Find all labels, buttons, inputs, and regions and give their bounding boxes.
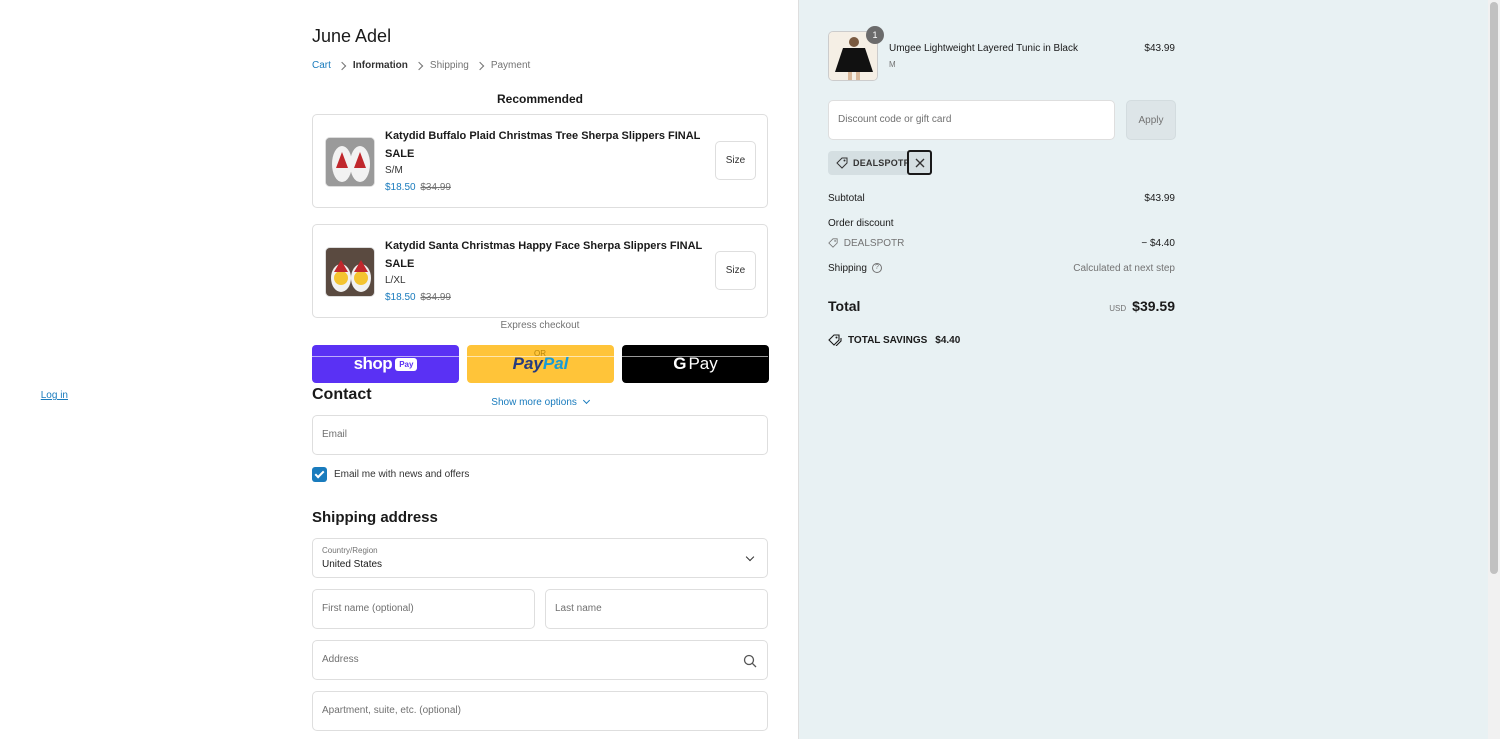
breadcrumb-payment: Payment xyxy=(490,60,531,71)
recommended-item-price: $18.50 $34.99 xyxy=(385,182,451,193)
breadcrumb-shipping: Shipping xyxy=(429,60,469,71)
first-name-placeholder: First name (optional) xyxy=(322,603,414,614)
search-icon[interactable] xyxy=(743,654,757,668)
show-more-options-label: Show more options xyxy=(491,397,577,408)
chevron-right-icon xyxy=(414,61,424,70)
order-product-price: $43.99 xyxy=(1144,43,1175,54)
product-image xyxy=(325,137,375,187)
breadcrumb-information: Information xyxy=(352,60,408,71)
newsletter-option[interactable]: Email me with news and offers xyxy=(312,467,469,482)
shipping-value: Calculated at next step xyxy=(1073,263,1175,274)
chevron-right-icon xyxy=(475,61,485,70)
shipping-label: Shipping xyxy=(828,263,867,274)
recommended-title: Recommended xyxy=(496,92,584,106)
country-value: United States xyxy=(322,559,383,570)
discount-value: − $4.40 xyxy=(1141,238,1175,249)
recommended-item-name[interactable]: Katydid Buffalo Plaid Christmas Tree She… xyxy=(385,127,711,163)
discount-code-input[interactable]: Discount code or gift card xyxy=(828,100,1115,140)
applied-discount-code: DEALSPOTR xyxy=(853,158,911,168)
newsletter-label: Email me with news and offers xyxy=(334,469,470,480)
subtotal-value: $43.99 xyxy=(1144,193,1175,204)
recommended-item-variant: L/XL xyxy=(385,275,406,286)
subtotal-row: Subtotal $43.99 xyxy=(828,193,1175,204)
recommended-item-price: $18.50 $34.99 xyxy=(385,292,451,303)
product-image xyxy=(325,247,375,297)
quantity-badge: 1 xyxy=(866,26,884,44)
country-select[interactable]: Country/Region United States xyxy=(312,538,768,578)
login-link[interactable]: Log in xyxy=(41,390,68,401)
total-value: $39.59 xyxy=(1132,298,1175,314)
tag-icon xyxy=(828,238,838,249)
remove-discount-button[interactable] xyxy=(907,150,932,175)
email-input[interactable]: Email xyxy=(312,415,768,455)
show-more-options-link[interactable]: Show more options xyxy=(312,396,768,408)
sale-price: $18.50 xyxy=(385,182,416,193)
size-button[interactable]: Size xyxy=(715,141,756,180)
tag-icon xyxy=(836,157,848,169)
order-product-variant: M xyxy=(889,60,896,69)
discount-placeholder: Discount code or gift card xyxy=(838,114,952,125)
last-name-placeholder: Last name xyxy=(555,603,602,614)
shop-pay-pill: Pay xyxy=(395,357,418,371)
newsletter-checkbox[interactable] xyxy=(312,467,327,482)
express-checkout-label: Express checkout xyxy=(500,320,580,331)
subtotal-label: Subtotal xyxy=(828,193,865,204)
recommended-item-variant: S/M xyxy=(385,165,403,176)
chevron-down-icon xyxy=(582,396,590,405)
discount-code-row: DEALSPOTR − $4.40 xyxy=(828,238,1175,249)
recommended-item: Katydid Buffalo Plaid Christmas Tree She… xyxy=(312,114,768,208)
total-savings: TOTAL SAVINGS $4.40 xyxy=(828,334,960,346)
last-name-input[interactable]: Last name xyxy=(545,589,768,629)
order-product-name: Umgee Lightweight Layered Tunic in Black xyxy=(889,43,1078,54)
order-discount-row: Order discount xyxy=(828,218,1175,229)
compare-price: $34.99 xyxy=(420,292,451,303)
sale-price: $18.50 xyxy=(385,292,416,303)
address-input[interactable]: Address xyxy=(312,640,768,680)
currency-code: USD xyxy=(1109,304,1127,313)
apartment-input[interactable]: Apartment, suite, etc. (optional) xyxy=(312,691,768,731)
shipping-address-title: Shipping address xyxy=(312,509,438,526)
country-label: Country/Region xyxy=(322,546,378,555)
help-icon[interactable]: ? xyxy=(871,263,882,274)
shipping-row: Shipping? Calculated at next step xyxy=(828,263,1175,274)
total-savings-value: $4.40 xyxy=(935,334,961,346)
size-button[interactable]: Size xyxy=(715,251,756,290)
total-savings-label: TOTAL SAVINGS xyxy=(848,334,928,346)
compare-price: $34.99 xyxy=(420,182,451,193)
checkmark-icon xyxy=(314,468,325,478)
total-row: Total USD $39.59 xyxy=(828,298,1175,316)
order-discount-label: Order discount xyxy=(828,218,894,229)
discount-code-label: DEALSPOTR xyxy=(843,238,905,249)
breadcrumb: Cart Information Shipping Payment xyxy=(312,60,538,71)
first-name-input[interactable]: First name (optional) xyxy=(312,589,535,629)
close-icon xyxy=(915,158,924,167)
scrollbar-thumb[interactable] xyxy=(1490,2,1498,574)
email-placeholder: Email xyxy=(322,429,348,440)
apartment-placeholder: Apartment, suite, etc. (optional) xyxy=(322,705,461,716)
page-scrollbar[interactable] xyxy=(1488,0,1500,739)
chevron-down-icon xyxy=(745,552,755,562)
breadcrumb-cart[interactable]: Cart xyxy=(312,60,331,71)
recommended-item-name[interactable]: Katydid Santa Christmas Happy Face Sherp… xyxy=(385,237,711,273)
tags-icon xyxy=(828,334,842,346)
recommended-item: Katydid Santa Christmas Happy Face Sherp… xyxy=(312,224,768,318)
total-label: Total xyxy=(828,298,861,314)
or-divider: OR xyxy=(534,349,546,358)
checkout-main: June Adel Cart Information Shipping Paym… xyxy=(0,0,798,739)
apply-discount-button[interactable]: Apply xyxy=(1126,100,1176,140)
address-placeholder: Address xyxy=(322,654,359,665)
chevron-right-icon xyxy=(337,61,347,70)
store-name[interactable]: June Adel xyxy=(312,26,391,47)
